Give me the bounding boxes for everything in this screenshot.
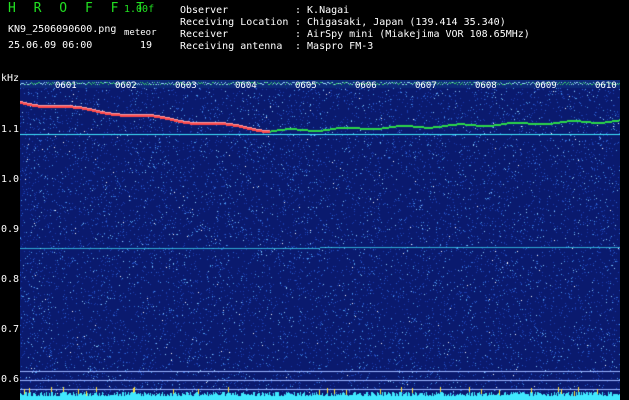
y-tick-0-9: 0.9	[1, 224, 20, 235]
info-value-observer: : K.Nagai	[295, 5, 350, 16]
info-key-antenna: Receiving antenna	[180, 41, 283, 52]
y-tick-1-0: 1.0	[1, 174, 20, 185]
time-mark: 0604	[235, 81, 257, 91]
y-tick-1-1: 1.1	[1, 124, 20, 135]
time-mark: 0608	[475, 81, 497, 91]
time-mark: 0607	[415, 81, 437, 91]
date-time: 25.06.09 06:00	[8, 40, 93, 51]
spectrogram-plot	[20, 80, 620, 400]
info-key-receiver: Receiver	[180, 29, 229, 40]
y-axis-unit: kHz	[1, 73, 20, 84]
time-mark: 0603	[175, 81, 197, 91]
info-key-observer: Observer	[180, 5, 229, 16]
y-tick-0-6: 0.6	[1, 374, 20, 385]
time-mark: 0606	[355, 81, 377, 91]
time-mark: 0605	[295, 81, 317, 91]
time-mark: 0602	[115, 81, 137, 91]
info-value-receiver: : AirSpy mini (Miakejima VOR 108.65MHz)	[295, 29, 530, 40]
time-mark: 0601	[55, 81, 77, 91]
info-key-location: Receiving Location	[180, 17, 289, 28]
file-name: KN9_2506090600.png	[8, 24, 117, 35]
info-value-antenna: : Maspro FM-3	[295, 41, 374, 52]
meteor-count: 19	[140, 40, 153, 51]
time-mark: 0609	[535, 81, 557, 91]
time-mark: 0610	[595, 81, 617, 91]
app-version: 1.00f	[124, 4, 155, 15]
y-tick-0-7: 0.7	[1, 324, 20, 335]
meteor-label: meteor	[124, 28, 157, 38]
info-value-location: : Chigasaki, Japan (139.414 35.340)	[295, 17, 506, 28]
y-tick-0-8: 0.8	[1, 274, 20, 285]
hrofft-spectrogram-window: H R O F F T 1.00f KN9_2506090600.png met…	[0, 0, 629, 400]
